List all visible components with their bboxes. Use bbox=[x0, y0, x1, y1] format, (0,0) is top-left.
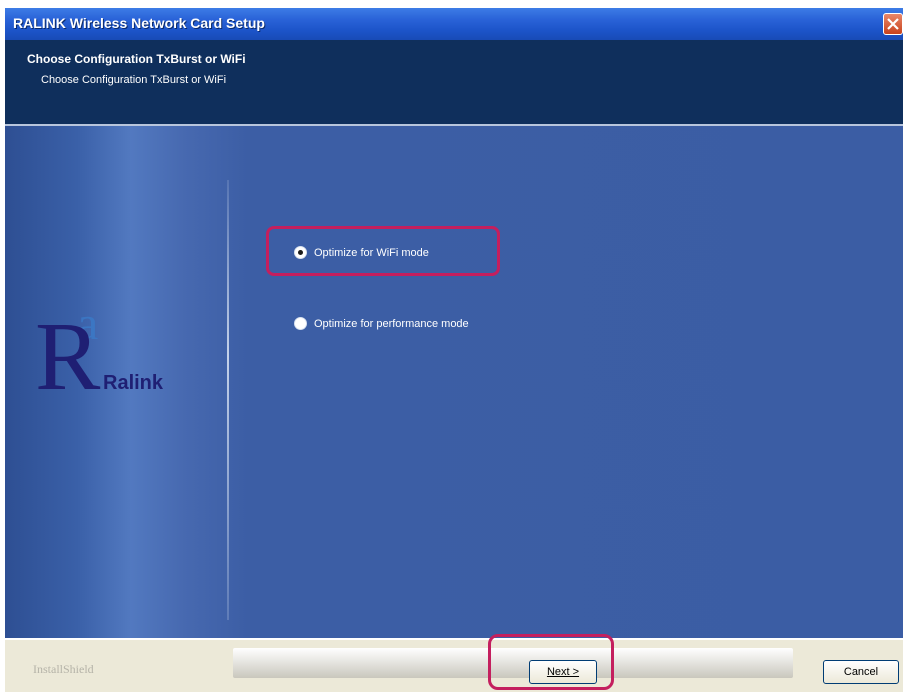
logo-letter: R bbox=[35, 303, 101, 411]
highlight-next-button bbox=[488, 634, 614, 690]
window-title: RALINK Wireless Network Card Setup bbox=[13, 15, 265, 31]
close-button[interactable] bbox=[883, 13, 903, 35]
header-subtitle: Choose Configuration TxBurst or WiFi bbox=[41, 74, 227, 86]
radio-icon[interactable] bbox=[294, 317, 307, 330]
cancel-button[interactable]: Cancel bbox=[823, 660, 899, 684]
setup-window: RALINK Wireless Network Card Setup Choos… bbox=[5, 8, 903, 692]
installshield-brand: InstallShield bbox=[33, 662, 94, 676]
cancel-button-label: Cancel bbox=[843, 666, 879, 678]
option-performance-mode[interactable]: Optimize for performance mode bbox=[294, 317, 469, 330]
title-bar: RALINK Wireless Network Card Setup bbox=[5, 8, 903, 40]
footer-divider bbox=[5, 638, 903, 640]
option-performance-label: Optimize for performance mode bbox=[314, 317, 469, 330]
dialog-header: Choose Configuration TxBurst or WiFi Cho… bbox=[5, 40, 903, 124]
vertical-divider bbox=[227, 180, 229, 620]
footer-bar: InstallShield Next > Cancel bbox=[5, 638, 903, 692]
ralink-logo: a R Ralink bbox=[27, 298, 227, 408]
logo-brand: Ralink bbox=[103, 372, 164, 394]
header-title: Choose Configuration TxBurst or WiFi bbox=[27, 52, 246, 66]
close-icon bbox=[887, 18, 899, 30]
highlight-wifi-option bbox=[266, 226, 500, 276]
